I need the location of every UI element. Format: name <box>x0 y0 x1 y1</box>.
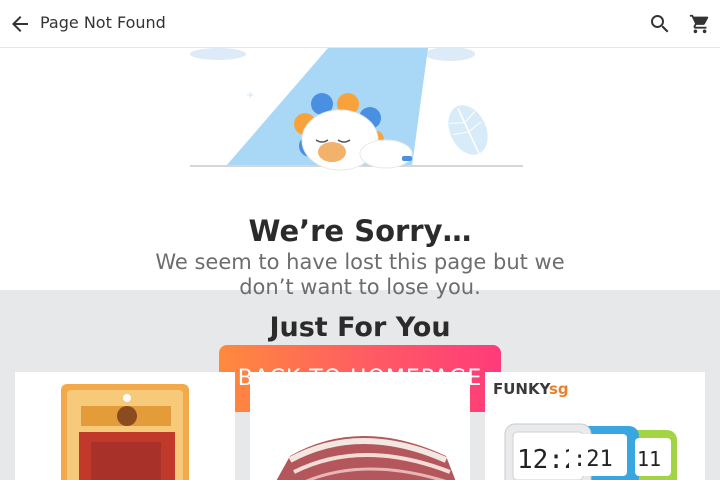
svg-text:sg: sg <box>549 380 569 398</box>
product-card[interactable] <box>250 372 470 480</box>
product-card[interactable]: FUNKY sg 12:21 :21 11 <box>485 372 705 480</box>
top-app-bar: Page Not Found <box>0 0 720 48</box>
svg-text:11: 11 <box>637 447 661 471</box>
arrow-back-icon <box>12 16 28 32</box>
back-button[interactable] <box>4 8 36 40</box>
digital-alarm-clocks-product-image: FUNKY sg 12:21 :21 11 <box>493 380 677 480</box>
sorry-heading: We’re Sorry… <box>248 214 472 248</box>
search-icon <box>651 15 669 33</box>
svg-text::21: :21 <box>573 447 613 472</box>
sorry-message: We seem to have lost this page but we do… <box>155 250 565 299</box>
shopping-cart-icon <box>689 14 709 34</box>
svg-text:+: + <box>246 90 254 101</box>
product-card[interactable] <box>15 372 235 480</box>
page: Page Not Found + We’re Sorry… We seem to… <box>0 0 720 480</box>
brand-logo: FUNKY <box>493 380 552 398</box>
search-button[interactable] <box>644 8 676 40</box>
pork-belly-product-image <box>276 436 456 480</box>
page-title: Page Not Found <box>40 13 166 32</box>
snack-pack-product-image <box>61 384 189 480</box>
cart-button[interactable] <box>684 8 716 40</box>
sleeping-lion-illustration: + <box>190 48 523 171</box>
just-for-you-heading: Just For You <box>269 312 451 343</box>
